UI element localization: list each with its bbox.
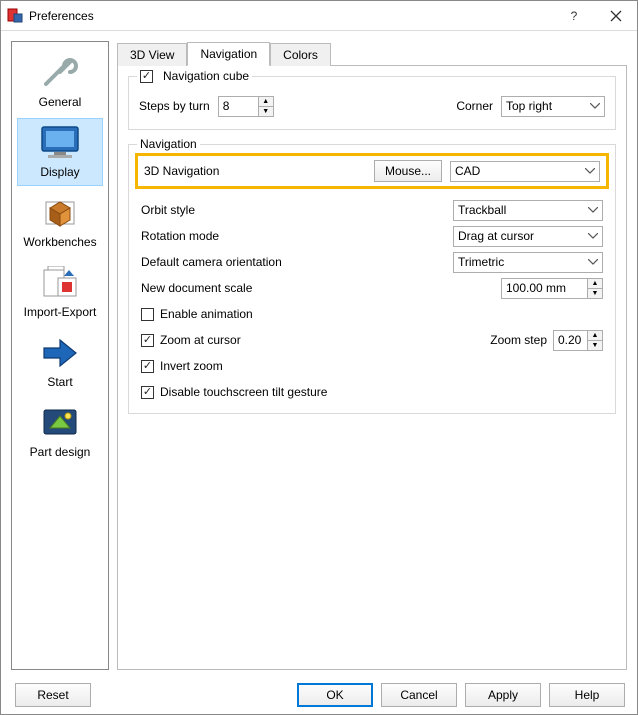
rotation-mode-label: Rotation mode <box>141 229 219 243</box>
navigation-cube-checkbox[interactable] <box>140 70 153 83</box>
rotation-mode-select[interactable]: Drag at cursor <box>453 226 603 247</box>
row-rotation-mode: Rotation mode Drag at cursor <box>135 223 609 249</box>
zoom-step-spinner[interactable]: ▲▼ <box>553 330 603 351</box>
tab-navigation[interactable]: Navigation <box>187 42 270 66</box>
navigation-style-select[interactable]: CAD <box>450 161 600 182</box>
dialog-footer: Reset OK Cancel Apply Help <box>1 676 637 714</box>
zoom-at-cursor-checkbox[interactable] <box>141 334 154 347</box>
sidebar-item-label: Workbenches <box>23 235 96 249</box>
tab-colors[interactable]: Colors <box>270 43 331 66</box>
orbit-style-label: Orbit style <box>141 203 195 217</box>
3d-navigation-label: 3D Navigation <box>144 164 366 178</box>
group-legend-label: Navigation <box>140 137 197 151</box>
help-titlebar-button[interactable]: ? <box>553 1 595 31</box>
corner-select[interactable]: Top right <box>501 96 605 117</box>
sidebar-item-label: Display <box>40 165 79 179</box>
zoom-step-input[interactable] <box>553 330 587 351</box>
sidebar-item-general[interactable]: General <box>17 48 103 116</box>
group-navigation: Navigation 3D Navigation Mouse... CAD Or… <box>128 144 616 414</box>
enable-animation-checkbox[interactable] <box>141 308 154 321</box>
invert-zoom-checkbox[interactable] <box>141 360 154 373</box>
cancel-button[interactable]: Cancel <box>381 683 457 707</box>
highlighted-3d-navigation-row: 3D Navigation Mouse... CAD <box>135 153 609 189</box>
group-legend-label: Navigation cube <box>163 69 249 83</box>
disable-tilt-checkbox[interactable] <box>141 386 154 399</box>
ok-button[interactable]: OK <box>297 683 373 707</box>
spin-down-icon[interactable]: ▼ <box>258 106 274 117</box>
sidebar-item-workbenches[interactable]: Workbenches <box>17 188 103 256</box>
tab-bar: 3D View Navigation Colors <box>117 41 627 65</box>
spin-up-icon[interactable]: ▲ <box>587 278 603 288</box>
part-design-icon <box>36 403 84 443</box>
import-export-icon <box>36 263 84 303</box>
spin-down-icon[interactable]: ▼ <box>587 288 603 299</box>
sidebar-item-label: Start <box>47 375 72 389</box>
apply-button[interactable]: Apply <box>465 683 541 707</box>
invert-zoom-label: Invert zoom <box>160 359 223 373</box>
spin-up-icon[interactable]: ▲ <box>587 330 603 340</box>
row-new-document-scale: New document scale ▲▼ <box>135 275 609 301</box>
orbit-style-select[interactable]: Trackball <box>453 200 603 221</box>
steps-by-turn-spinner[interactable]: ▲▼ <box>218 96 274 117</box>
row-disable-tilt: Disable touchscreen tilt gesture <box>135 379 609 405</box>
preferences-window: Preferences ? General Display <box>0 0 638 715</box>
steps-by-turn-input[interactable] <box>218 96 258 117</box>
help-button[interactable]: Help <box>549 683 625 707</box>
dialog-body: General Display Workbenches Import-Expor… <box>1 31 637 676</box>
row-zoom-at-cursor: Zoom at cursor Zoom step ▲▼ <box>135 327 609 353</box>
row-orbit-style: Orbit style Trackball <box>135 197 609 223</box>
row-steps-corner: Steps by turn ▲▼ Corner Top right <box>139 93 605 119</box>
new-document-scale-input[interactable] <box>501 278 587 299</box>
row-enable-animation: Enable animation <box>135 301 609 327</box>
zoom-step-label: Zoom step <box>490 333 547 347</box>
titlebar: Preferences ? <box>1 1 637 31</box>
mouse-button[interactable]: Mouse... <box>374 160 442 182</box>
tab-3d-view[interactable]: 3D View <box>117 43 187 66</box>
sidebar-item-start[interactable]: Start <box>17 328 103 396</box>
sidebar-item-display[interactable]: Display <box>17 118 103 186</box>
spin-up-icon[interactable]: ▲ <box>258 96 274 106</box>
row-invert-zoom: Invert zoom <box>135 353 609 379</box>
wrench-icon <box>36 53 84 93</box>
monitor-icon <box>36 123 84 163</box>
app-icon <box>7 8 23 24</box>
new-document-scale-label: New document scale <box>141 281 252 295</box>
steps-by-turn-label: Steps by turn <box>139 99 210 113</box>
camera-orientation-select[interactable]: Trimetric <box>453 252 603 273</box>
camera-orientation-label: Default camera orientation <box>141 255 282 269</box>
close-button[interactable] <box>595 1 637 31</box>
category-sidebar: General Display Workbenches Import-Expor… <box>11 41 109 670</box>
reset-button[interactable]: Reset <box>15 683 91 707</box>
disable-tilt-label: Disable touchscreen tilt gesture <box>160 385 327 399</box>
arrow-right-icon <box>36 333 84 373</box>
group-navigation-cube: Navigation cube Steps by turn ▲▼ Corner <box>128 76 616 130</box>
sidebar-item-label: General <box>39 95 82 109</box>
sidebar-item-part-design[interactable]: Part design <box>17 398 103 466</box>
sidebar-item-label: Import-Export <box>24 305 97 319</box>
sidebar-item-label: Part design <box>30 445 91 459</box>
group-legend: Navigation cube <box>137 69 252 83</box>
new-document-scale-spinner[interactable]: ▲▼ <box>501 278 603 299</box>
corner-label: Corner <box>456 99 493 113</box>
group-legend: Navigation <box>137 137 200 151</box>
spin-down-icon[interactable]: ▼ <box>587 340 603 351</box>
row-camera-orientation: Default camera orientation Trimetric <box>135 249 609 275</box>
enable-animation-label: Enable animation <box>160 307 253 321</box>
tab-page-navigation: Navigation cube Steps by turn ▲▼ Corner <box>117 65 627 670</box>
window-title: Preferences <box>29 9 553 23</box>
main-panel: 3D View Navigation Colors Navigation cub… <box>117 41 627 670</box>
sidebar-item-import-export[interactable]: Import-Export <box>17 258 103 326</box>
zoom-at-cursor-label: Zoom at cursor <box>160 333 241 347</box>
box-icon <box>36 193 84 233</box>
